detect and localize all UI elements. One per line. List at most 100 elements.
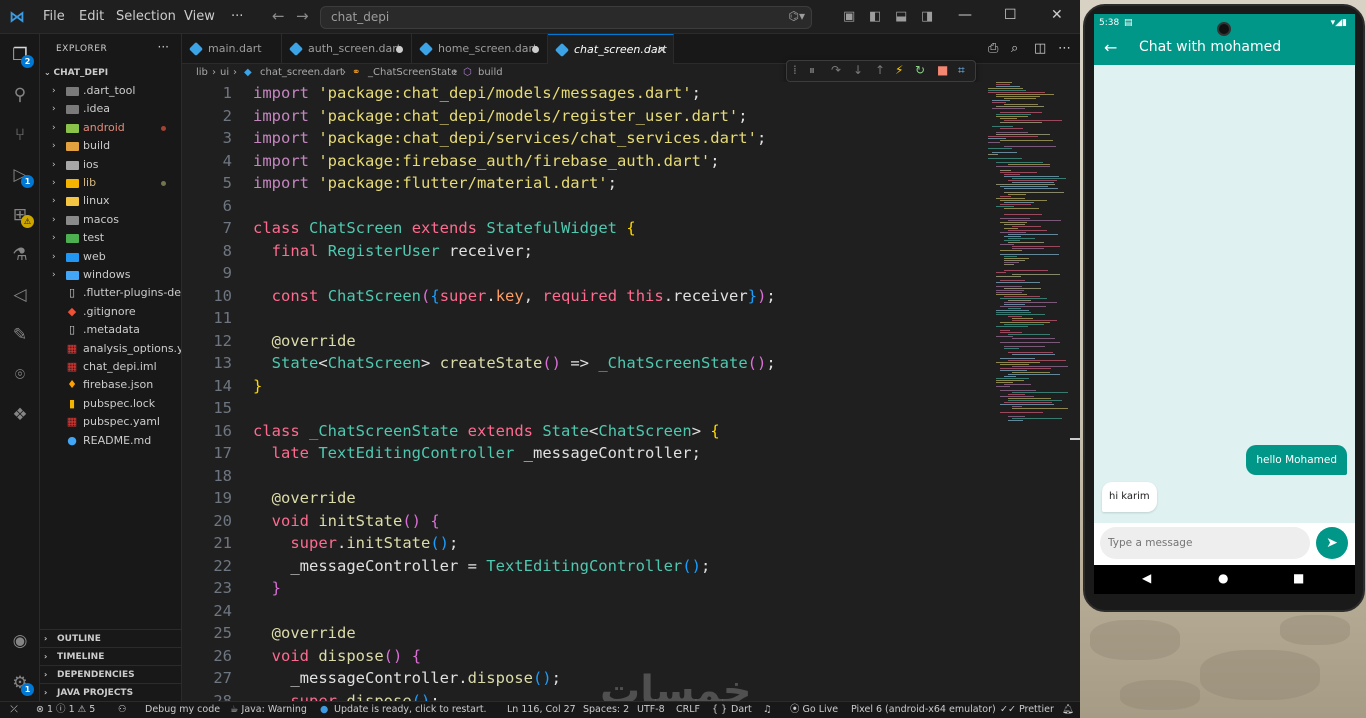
explorer-more-button[interactable]: ···	[158, 40, 169, 54]
restart-icon[interactable]: ↻	[915, 63, 925, 77]
folder-item[interactable]: › build	[40, 137, 181, 155]
message-bubble-outgoing[interactable]: hello Mohamed	[1246, 445, 1347, 475]
minimap[interactable]	[988, 82, 1070, 432]
folder-item[interactable]: › web	[40, 248, 181, 266]
stop-icon[interactable]: ■	[937, 63, 948, 77]
crumb-ui[interactable]: ui	[220, 64, 229, 82]
section-dependencies[interactable]: › DEPENDENCIES	[40, 665, 181, 683]
chevron-right-icon[interactable]: ›	[52, 119, 56, 137]
tab-chat-screen[interactable]: chat_screen.dart ✕	[548, 34, 674, 64]
folder-item[interactable]: › .dart_tool	[40, 82, 181, 100]
line-ending[interactable]: CRLF	[676, 702, 700, 718]
explorer-icon[interactable]: ❐ 2	[8, 43, 34, 68]
bell-icon[interactable]: ♫	[763, 702, 772, 718]
step-over-icon[interactable]: ↷	[831, 63, 841, 77]
more-actions-icon[interactable]: ⋯	[1058, 41, 1071, 56]
file-item[interactable]: ▦ chat_depi.iml	[40, 358, 181, 376]
crumb-lib[interactable]: lib	[196, 64, 208, 82]
chevron-right-icon[interactable]: ›	[52, 211, 56, 229]
drag-handle-icon[interactable]: ⁞	[793, 63, 797, 77]
extensions-icon[interactable]: ⊞ ⚠	[8, 203, 34, 228]
update-notice[interactable]: Update is ready, click to restart.	[334, 702, 487, 718]
target-device[interactable]: Pixel 6 (android-x64 emulator)	[851, 702, 996, 718]
split-editor-icon[interactable]: ◫	[1034, 41, 1046, 56]
code-editor[interactable]: 1 import 'package:chat_depi/models/messag…	[182, 82, 1080, 701]
flutter-icon[interactable]: ◁	[8, 283, 32, 307]
file-item[interactable]: ▦ analysis_options.y...	[40, 340, 181, 358]
chevron-right-icon[interactable]: ›	[52, 156, 56, 174]
chevron-right-icon[interactable]: ›	[52, 229, 56, 247]
crumb-method[interactable]: build	[478, 64, 503, 82]
tab-main-dart[interactable]: main.dart	[182, 34, 282, 64]
hot-reload-icon[interactable]: ⚡	[895, 63, 903, 77]
file-item[interactable]: ♦ firebase.json	[40, 376, 181, 394]
settings-gear-icon[interactable]: ⚙ 1	[8, 671, 34, 696]
chevron-right-icon[interactable]: ›	[52, 248, 56, 266]
section-java-projects[interactable]: › JAVA PROJECTS	[40, 683, 181, 701]
chevron-right-icon[interactable]: ›	[52, 82, 56, 100]
section-timeline[interactable]: › TIMELINE	[40, 647, 181, 665]
folder-item[interactable]: › macos	[40, 211, 181, 229]
unsaved-dot-icon[interactable]	[396, 46, 403, 53]
unsaved-dot-icon[interactable]	[532, 46, 539, 53]
command-center-search[interactable]: chat_depi ⌬▾	[320, 6, 812, 29]
folder-item[interactable]: › .idea	[40, 100, 181, 118]
cursor-position[interactable]: Ln 116, Col 27	[507, 702, 576, 718]
nav-recents-icon[interactable]: ■	[1293, 571, 1304, 585]
layout-toggle-icon[interactable]: ▣	[843, 9, 855, 24]
file-item[interactable]: ◆ .gitignore	[40, 303, 181, 321]
folder-item[interactable]: › linux	[40, 192, 181, 210]
problems-indicator[interactable]: ⊗ 1 ⓘ 1 ⚠ 5	[36, 702, 95, 718]
chevron-right-icon[interactable]: ›	[52, 174, 56, 192]
minimize-icon[interactable]: —	[958, 7, 972, 23]
pen-icon[interactable]: ✎	[8, 323, 32, 347]
prettier-status[interactable]: ✓✓ Prettier	[1000, 702, 1054, 718]
tab-home-screen[interactable]: home_screen.dart	[412, 34, 548, 64]
copilot-icon[interactable]: ⌬▾	[789, 9, 806, 23]
secondary-sidebar-icon[interactable]: ◨	[921, 9, 933, 24]
crumb-class[interactable]: _ChatScreenState	[368, 64, 457, 82]
remote-icon[interactable]: ⤫	[0, 702, 28, 718]
nav-home-icon[interactable]: ●	[1218, 571, 1228, 585]
go-live-button[interactable]: ⦿ Go Live	[790, 702, 838, 718]
back-arrow-icon[interactable]: ←	[272, 7, 285, 25]
folder-item[interactable]: › lib	[40, 174, 181, 192]
chevron-right-icon[interactable]: ›	[52, 137, 56, 155]
encoding[interactable]: UTF-8	[637, 702, 665, 718]
sidebar-toggle-icon[interactable]: ◧	[869, 9, 881, 24]
debug-icon[interactable]: ⚇	[118, 702, 127, 718]
search-icon[interactable]: ⚲	[8, 83, 32, 107]
braces-icon[interactable]: { }	[712, 702, 727, 718]
workspace-root[interactable]: ⌄ CHAT_DEPI	[44, 68, 108, 78]
forward-arrow-icon[interactable]: →	[296, 7, 309, 25]
folder-item[interactable]: › test	[40, 229, 181, 247]
menu-more[interactable]: ···	[231, 9, 243, 24]
print-icon[interactable]: ⎙	[988, 41, 998, 56]
account-icon[interactable]: ◉	[8, 629, 32, 653]
run-debug-icon[interactable]: ▷ 1	[8, 163, 34, 188]
message-bubble-incoming[interactable]: hi karim	[1102, 482, 1157, 512]
step-out-icon[interactable]: ↑	[875, 63, 885, 77]
chevron-right-icon[interactable]: ›	[52, 100, 56, 118]
remote-explorer-icon[interactable]: ⌾	[8, 363, 32, 387]
back-arrow-icon[interactable]: ←	[1104, 38, 1117, 57]
pause-icon[interactable]: ⏸	[809, 63, 815, 78]
source-control-icon[interactable]: ⑂	[8, 123, 32, 147]
folder-item[interactable]: › android	[40, 119, 181, 137]
scrollbar[interactable]	[1070, 438, 1080, 440]
file-item[interactable]: ▦ pubspec.yaml	[40, 413, 181, 431]
java-status[interactable]: ☕ Java: Warning	[230, 702, 307, 718]
menu-view[interactable]: View	[184, 9, 215, 24]
crumb-file[interactable]: chat_screen.dart	[260, 64, 344, 82]
indentation[interactable]: Spaces: 2	[583, 702, 629, 718]
testing-icon[interactable]: ⚗	[8, 243, 32, 267]
inspect-widget-icon[interactable]: ⌗	[958, 63, 965, 78]
tab-auth-screen[interactable]: auth_screen.dart	[282, 34, 412, 64]
chevron-right-icon[interactable]: ›	[52, 266, 56, 284]
notifications-bell-icon[interactable]: 🔔︎	[1062, 702, 1074, 718]
section-outline[interactable]: › OUTLINE	[40, 629, 181, 647]
language-mode[interactable]: Dart	[731, 702, 752, 718]
send-button[interactable]: ➤	[1316, 527, 1348, 559]
nav-back-icon[interactable]: ◀	[1142, 571, 1151, 585]
file-item[interactable]: ● README.md	[40, 432, 181, 450]
